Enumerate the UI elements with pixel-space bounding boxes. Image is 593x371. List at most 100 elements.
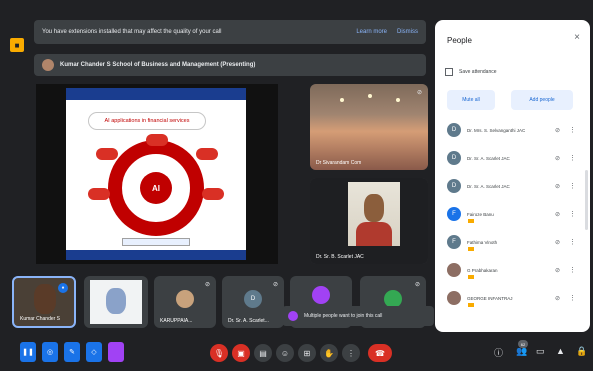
call-controls: ❚❚ ◎ ✎ ◇ 🎙 ▣ ▤ ☺ ⊞ ✋ ⋮ ☎ ⓘ 👥 62 ▭ ▲ 🔒 (0, 338, 593, 371)
list-item[interactable]: F Fathima Vinoth ⊘ ⋮ (435, 228, 590, 256)
list-item[interactable]: D Dr. Sr. A. Scarlet JAC ⊘ ⋮ (435, 172, 590, 200)
video-tile-screen[interactable] (84, 276, 148, 328)
screen-thumbnail-person (106, 288, 126, 314)
camera-button[interactable]: ▣ (232, 344, 250, 362)
slide-input-bar (122, 238, 190, 246)
avatar: D (447, 123, 461, 137)
tile-name: Kumar Chander S (20, 316, 61, 322)
lock-icon[interactable]: 🔒 (576, 346, 587, 357)
mic-off-icon[interactable]: ⊘ (555, 267, 560, 274)
more-icon[interactable]: ⋮ (569, 182, 576, 190)
slide-wheel-center: AI (140, 172, 172, 204)
captions-button[interactable]: ▤ (254, 344, 272, 362)
slide-footer-bar (66, 250, 246, 260)
join-request-toast[interactable]: Multiple people want to join this call (282, 306, 434, 326)
more-icon[interactable]: ⋮ (569, 154, 576, 162)
video-tile-scarlet[interactable]: D ⊘ Dr. Sr. A. Scarlet... (222, 276, 284, 328)
video-tile-speaker[interactable]: Dr. Sr. B. Scarlet JAC (310, 178, 428, 264)
audio-indicator-icon: ● (58, 283, 68, 293)
video-tile-karuppaia[interactable]: ⊘ KARUPPAIA... (154, 276, 216, 328)
raise-hand-button[interactable]: ✋ (320, 344, 338, 362)
toast-text: Multiple people want to join this call (304, 313, 383, 319)
participant-count: 62 (518, 340, 528, 348)
avatar: F (447, 235, 461, 249)
slide-spoke (96, 148, 118, 160)
mute-all-button[interactable]: Mute all (447, 90, 495, 110)
video-tile-self[interactable]: ● Kumar Chander S (12, 276, 76, 328)
more-icon[interactable]: ⋮ (569, 294, 576, 302)
camera-tool-button[interactable]: ◎ (42, 342, 58, 362)
activities-icon[interactable]: ▲ (556, 346, 565, 356)
panel-scrollbar[interactable] (585, 170, 588, 230)
participant-name: Dr. Sr. A. Scarlet JAC (467, 183, 510, 189)
spreadsheet-icon (445, 68, 453, 76)
mic-off-icon[interactable]: ⊘ (555, 127, 560, 134)
present-button[interactable]: ⊞ (298, 344, 316, 362)
people-icon (288, 311, 298, 321)
participant-list: D Dr. Mrs. S. Selvanganthi JAC ⊘ ⋮ D Dr.… (435, 116, 590, 312)
chat-icon[interactable]: ▭ (536, 346, 545, 357)
avatar: D (447, 179, 461, 193)
tile-name: Dr. Sr. B. Scarlet JAC (316, 254, 364, 260)
slide-spoke (88, 188, 110, 200)
ceiling-light (340, 98, 344, 102)
mic-off-icon[interactable]: ⊘ (555, 239, 560, 246)
hang-up-button[interactable]: ☎ (368, 344, 392, 362)
mic-off-icon[interactable]: ⊘ (555, 295, 560, 302)
status-badge (468, 275, 474, 279)
participant-photo (34, 284, 56, 314)
more-options-button[interactable]: ⋮ (342, 344, 360, 362)
add-people-label: Add people (529, 97, 555, 103)
participant-name: Fathima Vinoth (467, 239, 498, 245)
mic-off-icon[interactable]: ⊘ (555, 155, 560, 162)
speaker-face (364, 194, 384, 222)
participant-name: GEORGE INFANTRAJ (467, 295, 513, 301)
more-icon[interactable]: ⋮ (569, 126, 576, 134)
close-icon[interactable]: × (574, 32, 580, 43)
avatar: D (447, 151, 461, 165)
info-icon[interactable]: ⓘ (494, 346, 503, 359)
tile-name: Dr Sivarandam Com (316, 160, 362, 166)
eraser-tool-button[interactable]: ◇ (86, 342, 102, 362)
save-attendance-button[interactable]: Save attendance (445, 68, 497, 76)
dismiss-link[interactable]: Dismiss (397, 29, 418, 35)
learn-more-link[interactable]: Learn more (356, 29, 387, 35)
pause-button[interactable]: ❚❚ (20, 342, 36, 362)
participant-name: Dr. Mrs. S. Selvanganthi JAC (467, 127, 526, 133)
avatar: F (447, 207, 461, 221)
extension-icon[interactable]: ■ (10, 38, 24, 52)
slide-spoke (146, 134, 168, 146)
presentation-slide: AI applications in financial services AI (66, 88, 246, 260)
status-badge (468, 219, 474, 223)
list-item[interactable]: GEORGE INFANTRAJ ⊘ ⋮ (435, 284, 590, 312)
add-people-button[interactable]: Add people (511, 90, 573, 110)
list-item[interactable]: G Prabhakaran ⊘ ⋮ (435, 256, 590, 284)
color-picker-button[interactable] (108, 342, 124, 362)
slide-header-bar (66, 88, 246, 100)
list-item[interactable]: D Dr. Mrs. S. Selvanganthi JAC ⊘ ⋮ (435, 116, 590, 144)
list-item[interactable]: F Fairoze Banu ⊘ ⋮ (435, 200, 590, 228)
mic-off-icon: ⊘ (416, 90, 422, 96)
mic-off-icon[interactable]: ⊘ (555, 183, 560, 190)
participant-name: Dr. Sr. A. Scarlet JAC (467, 155, 510, 161)
status-badge (468, 303, 474, 307)
mic-off-icon: ⊘ (204, 282, 210, 288)
mute-all-label: Mute all (462, 97, 480, 103)
avatar (447, 263, 461, 277)
more-icon[interactable]: ⋮ (569, 210, 576, 218)
presenting-bar: Kumar Chander S School of Business and M… (34, 54, 426, 76)
emoji-button[interactable]: ☺ (276, 344, 294, 362)
list-item[interactable]: D Dr. Sr. A. Scarlet JAC ⊘ ⋮ (435, 144, 590, 172)
mic-button[interactable]: 🎙 (210, 344, 228, 362)
more-icon[interactable]: ⋮ (569, 238, 576, 246)
video-tile-hall[interactable]: ⊘ Dr Sivarandam Com (310, 84, 428, 170)
avatar (312, 286, 330, 304)
participant-name: G Prabhakaran (467, 267, 498, 273)
avatar (42, 59, 54, 71)
more-icon[interactable]: ⋮ (569, 266, 576, 274)
mic-off-icon: ⊘ (272, 282, 278, 288)
pen-tool-button[interactable]: ✎ (64, 342, 80, 362)
avatar: D (244, 290, 262, 308)
tile-name: Dr. Sr. A. Scarlet... (228, 318, 269, 324)
mic-off-icon[interactable]: ⊘ (555, 211, 560, 218)
